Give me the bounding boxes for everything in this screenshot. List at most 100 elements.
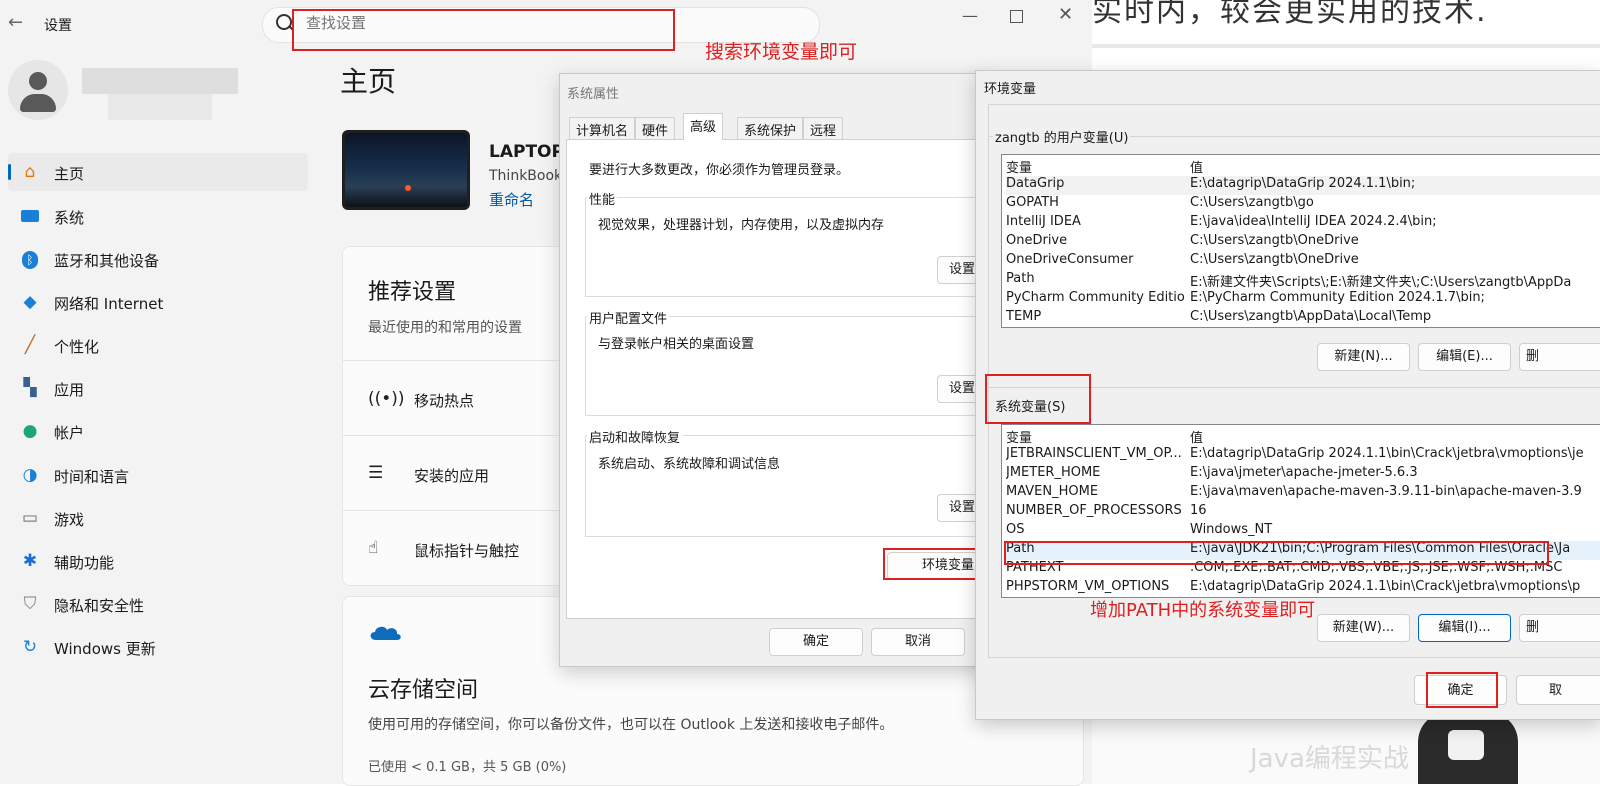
background-bar	[1092, 44, 1600, 48]
var-name: Path	[1006, 271, 1035, 286]
tab-remote[interactable]: 远程	[803, 117, 844, 139]
table-row[interactable]: TEMP C:\Users\zangtb\AppData\Local\Temp	[1006, 309, 1600, 327]
user-variables-label: zangtb 的用户变量(U)	[993, 127, 1131, 146]
table-row[interactable]: IntelliJ IDEA E:\java\idea\IntelliJ IDEA …	[1006, 214, 1600, 233]
env-cancel-button[interactable]: 取	[1516, 675, 1600, 705]
var-value: C:\Users\zangtb\OneDrive	[1190, 252, 1359, 267]
var-value: C:\Users\zangtb\AppData\Local\Temp	[1190, 309, 1432, 324]
admin-notice: 要进行大多数更改，你必须作为管理员登录。	[589, 163, 850, 178]
nav-item-accessibility[interactable]: ✱ 辅助功能	[8, 542, 308, 580]
nav-item-bluetooth[interactable]: ᛒ 蓝牙和其他设备	[8, 240, 308, 278]
system-variables-list[interactable]: 变量 值 JETBRAINSCLIENT_VM_OP... E:\datagrip\…	[1001, 424, 1600, 598]
home-icon: ⌂	[24, 162, 36, 182]
minimize-icon[interactable]: —	[962, 6, 978, 25]
table-row[interactable]: OneDriveConsumer C:\Users\zangtb\OneDrive	[1006, 252, 1600, 271]
dialog-title: 环境变量	[984, 82, 1037, 97]
recommended-title: 推荐设置	[368, 280, 457, 305]
column-header-variable: 变量	[1006, 161, 1033, 176]
user-delete-button[interactable]: 删	[1519, 343, 1600, 371]
user-variables-list[interactable]: 变量 值 DataGrip E:\datagrip\DataGrip 2024.1.…	[1001, 154, 1600, 328]
table-row[interactable]: NUMBER_OF_PROCESSORS 16	[1006, 503, 1600, 522]
nav-item-accounts[interactable]: ● 帐户	[8, 412, 308, 450]
group-description: 系统启动、系统故障和调试信息	[598, 457, 781, 472]
update-icon: ↻	[22, 637, 38, 657]
device-wallpaper-image	[342, 130, 470, 210]
recommended-item-installed-apps[interactable]: 安装的应用	[414, 465, 489, 486]
avatar[interactable]	[8, 60, 68, 120]
search-highlight-box	[292, 9, 675, 51]
var-name: GOPATH	[1006, 195, 1059, 210]
system-new-button[interactable]: 新建(W)...	[1317, 614, 1410, 642]
list-header: 变量 值	[1006, 427, 1600, 446]
nav-item-system[interactable]: 系统	[8, 197, 308, 235]
cloud-icon	[370, 626, 401, 640]
user-email-blurred	[108, 94, 212, 120]
nav-label: 个性化	[54, 338, 100, 356]
var-name: JMETER_HOME	[1006, 465, 1101, 480]
nav-label: 隐私和安全性	[54, 597, 145, 615]
var-value: E:\java\jmeter\apache-jmeter-5.6.3	[1190, 465, 1418, 480]
system-variables-highlight-box	[985, 374, 1091, 424]
nav-label: 网络和 Internet	[54, 295, 164, 313]
list-header: 变量 值	[1006, 157, 1600, 176]
table-row[interactable]: MAVEN_HOME E:\java\maven\apache-maven-3.9…	[1006, 484, 1600, 503]
nav-item-windows-update[interactable]: ↻ Windows 更新	[8, 628, 308, 666]
system-delete-button[interactable]: 删	[1519, 614, 1600, 642]
nav-item-home[interactable]: ⌂ 主页	[8, 153, 308, 191]
system-edit-button[interactable]: 编辑(I)...	[1418, 614, 1511, 642]
close-icon[interactable]: ✕	[1058, 4, 1073, 25]
nav-label: 系统	[54, 209, 85, 227]
nav-item-network[interactable]: ◆ 网络和 Internet	[8, 283, 308, 321]
table-row[interactable]: Path E:\新建文件夹\Scripts\;E:\新建文件夹\;C:\Users…	[1006, 271, 1600, 290]
nav-label: 辅助功能	[54, 554, 115, 572]
hotspot-icon: ((•))	[368, 389, 405, 409]
globe-clock-icon: ◑	[22, 465, 38, 485]
cancel-button[interactable]: 取消	[871, 628, 965, 656]
person-icon: ●	[22, 421, 38, 441]
column-header-value: 值	[1190, 431, 1204, 446]
table-row[interactable]: JMETER_HOME E:\java\jmeter\apache-jmeter-…	[1006, 465, 1600, 484]
table-row[interactable]: PyCharm Community Edition E:\PyCharm Comm…	[1006, 290, 1600, 309]
back-arrow-icon[interactable]: ←	[8, 12, 23, 33]
table-row[interactable]: DataGrip E:\datagrip\DataGrip 2024.1.1\bi…	[1006, 176, 1600, 195]
nav-item-personalization[interactable]: ╱ 个性化	[8, 326, 308, 364]
nav-item-gaming[interactable]: ▭ 游戏	[8, 499, 308, 537]
nav-label: 帐户	[54, 424, 85, 442]
bluetooth-icon: ᛒ	[20, 249, 40, 269]
tab-advanced[interactable]: 高级	[683, 113, 724, 140]
var-name: IntelliJ IDEA	[1006, 214, 1081, 229]
tab-system-protection[interactable]: 系统保护	[737, 117, 804, 139]
gamepad-icon: ▭	[21, 508, 39, 528]
var-name: OS	[1006, 522, 1025, 537]
var-value: E:\datagrip\DataGrip 2024.1.1\bin;	[1190, 176, 1416, 191]
var-value: E:\datagrip\DataGrip 2024.1.1\bin\Crack\…	[1190, 579, 1581, 594]
ok-button-highlight-box	[1426, 672, 1498, 708]
tab-computer-name[interactable]: 计算机名	[569, 117, 636, 139]
user-edit-button[interactable]: 编辑(E)...	[1418, 343, 1511, 371]
rename-link[interactable]: 重命名	[489, 189, 534, 210]
path-annotation: 增加PATH中的系统变量即可	[1090, 600, 1316, 621]
table-row[interactable]: OneDrive C:\Users\zangtb\OneDrive	[1006, 233, 1600, 252]
nav-item-apps[interactable]: ▚ 应用	[8, 369, 308, 407]
var-name: OneDriveConsumer	[1006, 252, 1134, 267]
group-label: 性能	[587, 189, 618, 208]
column-header-value: 值	[1190, 161, 1204, 176]
recommended-item-hotspot[interactable]: 移动热点	[414, 390, 474, 411]
nav-label: Windows 更新	[54, 640, 156, 658]
table-row[interactable]: JETBRAINSCLIENT_VM_OP... E:\datagrip\Data…	[1006, 446, 1600, 465]
table-row[interactable]: OS Windows_NT	[1006, 522, 1600, 541]
nav-item-privacy[interactable]: ⛉ 隐私和安全性	[8, 585, 308, 623]
maximize-icon[interactable]	[1010, 10, 1023, 23]
recommended-item-mouse-touch[interactable]: 鼠标指针与触控	[414, 540, 519, 561]
cloud-description: 使用可用的存储空间，你可以备份文件，也可以在 Outlook 上发送和接收电子邮…	[368, 717, 894, 733]
column-header-variable: 变量	[1006, 431, 1033, 446]
cloud-title: 云存储空间	[368, 678, 479, 703]
nav-label: 时间和语言	[54, 468, 130, 486]
table-row[interactable]: GOPATH C:\Users\zangtb\go	[1006, 195, 1600, 214]
user-new-button[interactable]: 新建(N)...	[1317, 343, 1410, 371]
tab-hardware[interactable]: 硬件	[635, 117, 676, 139]
nav-label: 应用	[54, 381, 85, 399]
ok-button[interactable]: 确定	[769, 628, 863, 656]
path-row-highlight-box	[1004, 541, 1549, 565]
nav-item-time-language[interactable]: ◑ 时间和语言	[8, 456, 308, 494]
